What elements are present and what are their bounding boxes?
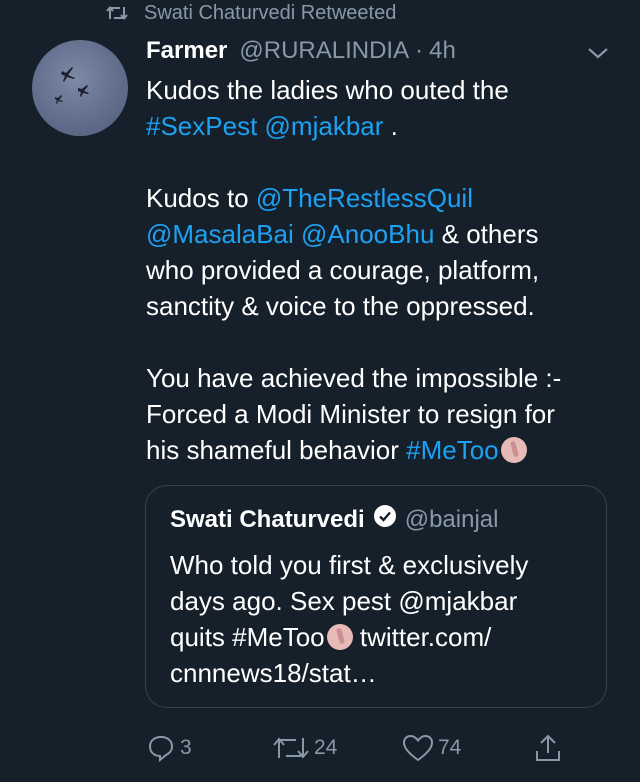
tweet-timestamp[interactable]: 4h — [429, 37, 456, 65]
tweet-text: Kudos the ladies who outed the #SexPest … — [146, 72, 616, 468]
hashtag-sexpest[interactable]: #SexPest — [146, 111, 257, 141]
raised-hand-emoji-icon — [500, 437, 527, 463]
retweet-count: 24 — [314, 736, 338, 759]
mention-therestlessquil[interactable]: @TheRestlessQuil — [256, 183, 473, 213]
mention-anoobhu[interactable]: @AnooBhu — [301, 219, 434, 249]
tweet-line: You have achieved the impossible :- — [146, 363, 562, 393]
quoted-tweet-line: Who told you first & exclusively — [170, 550, 529, 580]
mention-masalabai[interactable]: @MasalaBai — [146, 219, 294, 249]
separator-dot: · — [415, 37, 424, 64]
author-handle[interactable]: @RURALINDIA — [239, 37, 409, 65]
author-name[interactable]: Farmer — [146, 37, 227, 65]
quoted-tweet-line: cnnnews18/stat… — [170, 658, 377, 688]
retweet-context-label: Swati Chaturvedi Retweeted — [144, 1, 397, 24]
share-button[interactable] — [534, 732, 562, 764]
reply-icon — [146, 733, 176, 763]
tweet-line: Kudos the ladies who outed the — [146, 75, 509, 105]
retweet-icon — [106, 4, 128, 22]
retweet-button[interactable]: 24 — [272, 732, 337, 764]
quoted-tweet-card[interactable]: Swati Chaturvedi @bainjal Who told you f… — [145, 485, 607, 708]
raised-hand-emoji-icon — [326, 624, 353, 650]
tweet-line: Kudos to @TheRestlessQuil — [146, 183, 473, 213]
retweet-icon — [272, 734, 310, 762]
heart-icon — [402, 733, 434, 763]
tweet-header: Farmer @RURALINDIA · 4h — [146, 33, 456, 69]
tweet-action-bar: 3 24 74 — [0, 732, 640, 764]
hashtag-metoo[interactable]: #MeToo — [406, 435, 499, 465]
quoted-author-name: Swati Chaturvedi — [170, 505, 365, 533]
like-count: 74 — [438, 736, 462, 759]
tweet-line: his shameful behavior #MeToo — [146, 432, 616, 468]
verified-badge-icon — [373, 504, 397, 535]
tweet-line: @MasalaBai @AnooBhu & others — [146, 219, 539, 249]
quoted-author-handle: @bainjal — [404, 505, 499, 533]
reply-count: 3 — [180, 736, 192, 759]
reply-button[interactable]: 3 — [146, 732, 192, 764]
avatar-birds-image — [55, 67, 89, 104]
tweet-menu-button[interactable] — [586, 45, 610, 61]
quoted-tweet-line: days ago. Sex pest @mjakbar — [170, 586, 518, 616]
mention-mjakbar[interactable]: @mjakbar — [265, 111, 384, 141]
avatar[interactable] — [32, 40, 128, 136]
tweet-line: #SexPest @mjakbar . — [146, 111, 398, 141]
share-icon — [534, 733, 562, 763]
tweet-line: who provided a courage, platform, — [146, 255, 540, 285]
like-button[interactable]: 74 — [402, 732, 461, 764]
quoted-tweet-text: Who told you first & exclusively days ag… — [170, 547, 590, 691]
chevron-down-icon — [588, 48, 608, 59]
tweet-line: sanctity & voice to the oppressed. — [146, 291, 535, 321]
retweet-context[interactable]: Swati Chaturvedi Retweeted — [106, 0, 396, 26]
quoted-tweet-header: Swati Chaturvedi @bainjal — [170, 504, 498, 535]
tweet-line: Forced a Modi Minister to resign for — [146, 399, 555, 429]
quoted-tweet-line: quits #MeToo twitter.com/ — [170, 622, 492, 652]
